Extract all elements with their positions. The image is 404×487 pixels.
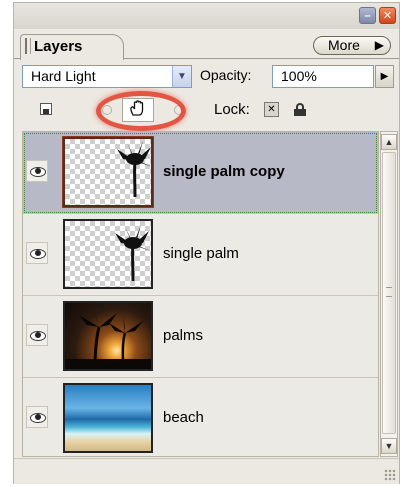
- panel-bottom-bar: [14, 458, 399, 484]
- layer-thumbnail: [63, 137, 153, 207]
- panel-titlebar: – ✕: [14, 3, 399, 29]
- eye-icon[interactable]: [26, 160, 48, 182]
- layer-thumbnail: [63, 219, 153, 289]
- layer-row[interactable]: single palm: [23, 214, 378, 296]
- opacity-label: Opacity:: [200, 67, 252, 83]
- layer-name[interactable]: single palm copy: [163, 163, 285, 180]
- layer-name[interactable]: beach: [163, 409, 204, 426]
- eye-icon[interactable]: [26, 324, 48, 346]
- more-button[interactable]: More ▶: [313, 36, 391, 55]
- layer-name[interactable]: single palm: [163, 245, 239, 262]
- eye-icon[interactable]: [26, 406, 48, 428]
- scroll-up-button[interactable]: ▲: [381, 134, 397, 150]
- lock-transparency-icon[interactable]: [40, 103, 52, 115]
- layers-scrollbar[interactable]: ▲ ▼: [380, 131, 398, 457]
- tab-layers-label: Layers: [34, 38, 83, 55]
- tab-strip: Layers More ▶: [14, 31, 399, 60]
- layers-list: single palm copy single palm palms beach: [22, 131, 379, 460]
- tab-layers[interactable]: Layers: [20, 34, 124, 60]
- layers-panel: – ✕ Layers More ▶ Hard Light ▼ Opacity: …: [13, 2, 400, 484]
- chevron-down-icon[interactable]: ▼: [172, 66, 191, 87]
- lock-all-icon[interactable]: [294, 103, 306, 116]
- layer-row[interactable]: beach: [23, 378, 378, 460]
- blend-mode-value: Hard Light: [31, 68, 96, 84]
- layer-row[interactable]: palms: [23, 296, 378, 378]
- opacity-slider-arrow[interactable]: ▶: [375, 65, 394, 88]
- minimize-button[interactable]: –: [359, 7, 376, 24]
- annotation-highlight-circle: [96, 91, 186, 131]
- blend-mode-select[interactable]: Hard Light ▼: [22, 65, 192, 88]
- close-button[interactable]: ✕: [379, 7, 396, 24]
- scroll-thumb[interactable]: [382, 152, 396, 434]
- play-arrow-icon: ▶: [374, 38, 384, 52]
- grip-icon: [25, 38, 31, 54]
- layer-row[interactable]: single palm copy: [23, 132, 378, 214]
- lock-label: Lock:: [214, 101, 250, 118]
- layer-name[interactable]: palms: [163, 327, 203, 344]
- scroll-down-button[interactable]: ▼: [381, 438, 397, 454]
- lock-checkbox[interactable]: ✕: [264, 102, 279, 117]
- opacity-field[interactable]: 100%: [272, 65, 374, 88]
- lock-toolbar: Lock: ✕: [14, 95, 399, 125]
- layer-thumbnail: [63, 301, 153, 371]
- eye-icon[interactable]: [26, 242, 48, 264]
- resize-grip-icon[interactable]: [384, 469, 396, 481]
- layer-thumbnail: [63, 383, 153, 453]
- more-button-label: More: [328, 37, 360, 53]
